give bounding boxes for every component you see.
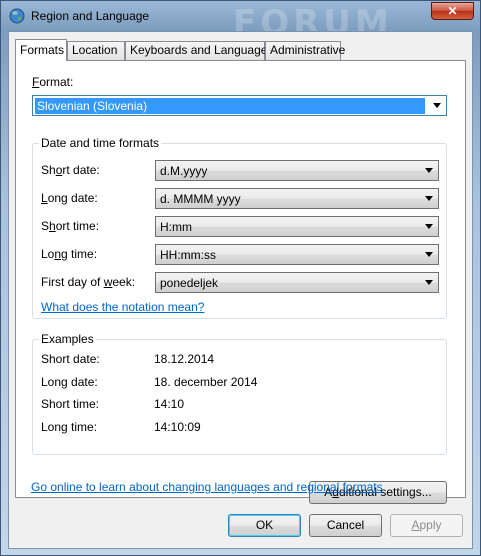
example-short-time-value: 14:10 <box>154 397 185 411</box>
tab-administrative[interactable]: Administrative <box>265 41 345 60</box>
notation-help-link[interactable]: What does the notation mean? <box>41 300 204 314</box>
short-date-value: d.M.yyyy <box>160 164 208 178</box>
first-day-of-week-label: First day of week: <box>41 275 136 289</box>
first-day-of-week-combobox[interactable]: ponedeljek <box>155 272 439 293</box>
example-short-time-label: Short time: <box>41 397 100 411</box>
tab-location[interactable]: Location <box>67 41 125 60</box>
formats-panel: Format: Slovenian (Slovenia) Date and ti… <box>15 60 466 504</box>
example-long-time-value: 14:10:09 <box>154 420 201 434</box>
format-value: Slovenian (Slovenia) <box>35 98 425 114</box>
long-time-combobox[interactable]: HH:mm:ss <box>155 244 439 265</box>
short-date-label: Short date: <box>41 163 100 177</box>
format-label: Format: <box>32 75 74 89</box>
long-date-value: d. MMMM yyyy <box>160 192 241 206</box>
example-short-date-value: 18.12.2014 <box>154 352 215 366</box>
date-time-formats-title: Date and time formats <box>39 136 162 150</box>
globe-icon <box>9 8 25 24</box>
example-long-date-label: Long date: <box>41 375 98 389</box>
tab-keyboards-and-languages[interactable]: Keyboards and Languages <box>125 41 273 60</box>
close-icon: ✕ <box>447 4 458 18</box>
examples-title: Examples <box>39 332 96 346</box>
ok-button[interactable]: OK <box>228 514 301 537</box>
example-long-time-label: Long time: <box>41 420 98 434</box>
apply-button[interactable]: Apply <box>390 514 463 537</box>
format-combobox[interactable]: Slovenian (Slovenia) <box>32 95 447 116</box>
tab-formats[interactable]: Formats <box>15 39 67 61</box>
chevron-down-icon <box>425 196 433 201</box>
long-date-label: Long date: <box>41 191 98 205</box>
examples-group: Examples Short date: 18.12.2014 Long dat… <box>32 332 447 455</box>
title-bar[interactable]: FORUM Region and Language ✕ <box>1 1 480 43</box>
tab-formats-label: Formats <box>20 43 65 57</box>
long-time-label: Long time: <box>41 247 98 261</box>
region-language-window: FORUM Region and Language ✕ Formats Loca… <box>0 0 481 556</box>
chevron-down-icon <box>425 168 433 173</box>
tab-administrative-label: Administrative <box>270 43 346 57</box>
cancel-button[interactable]: Cancel <box>309 514 382 537</box>
chevron-down-icon <box>433 103 441 108</box>
chevron-down-icon <box>425 224 433 229</box>
example-short-date-label: Short date: <box>41 352 100 366</box>
example-long-date-value: 18. december 2014 <box>154 375 258 389</box>
tab-keyboards-label: Keyboards and Languages <box>130 43 274 57</box>
short-date-combobox[interactable]: d.M.yyyy <box>155 160 439 181</box>
first-day-value: ponedeljek <box>160 276 219 290</box>
dialog-client-area: Formats Location Keyboards and Languages… <box>8 31 473 549</box>
date-time-formats-group: Date and time formats Short date: d.M.yy… <box>32 136 447 319</box>
short-time-value: H:mm <box>160 220 192 234</box>
short-time-combobox[interactable]: H:mm <box>155 216 439 237</box>
window-title: Region and Language <box>31 9 150 23</box>
long-time-value: HH:mm:ss <box>160 248 216 262</box>
tab-location-label: Location <box>72 43 118 57</box>
long-date-combobox[interactable]: d. MMMM yyyy <box>155 188 439 209</box>
close-button[interactable]: ✕ <box>431 2 474 20</box>
online-help-link[interactable]: Go online to learn about changing langua… <box>31 480 383 494</box>
chevron-down-icon <box>425 252 433 257</box>
short-time-label: Short time: <box>41 219 100 233</box>
chevron-down-icon <box>425 280 433 285</box>
